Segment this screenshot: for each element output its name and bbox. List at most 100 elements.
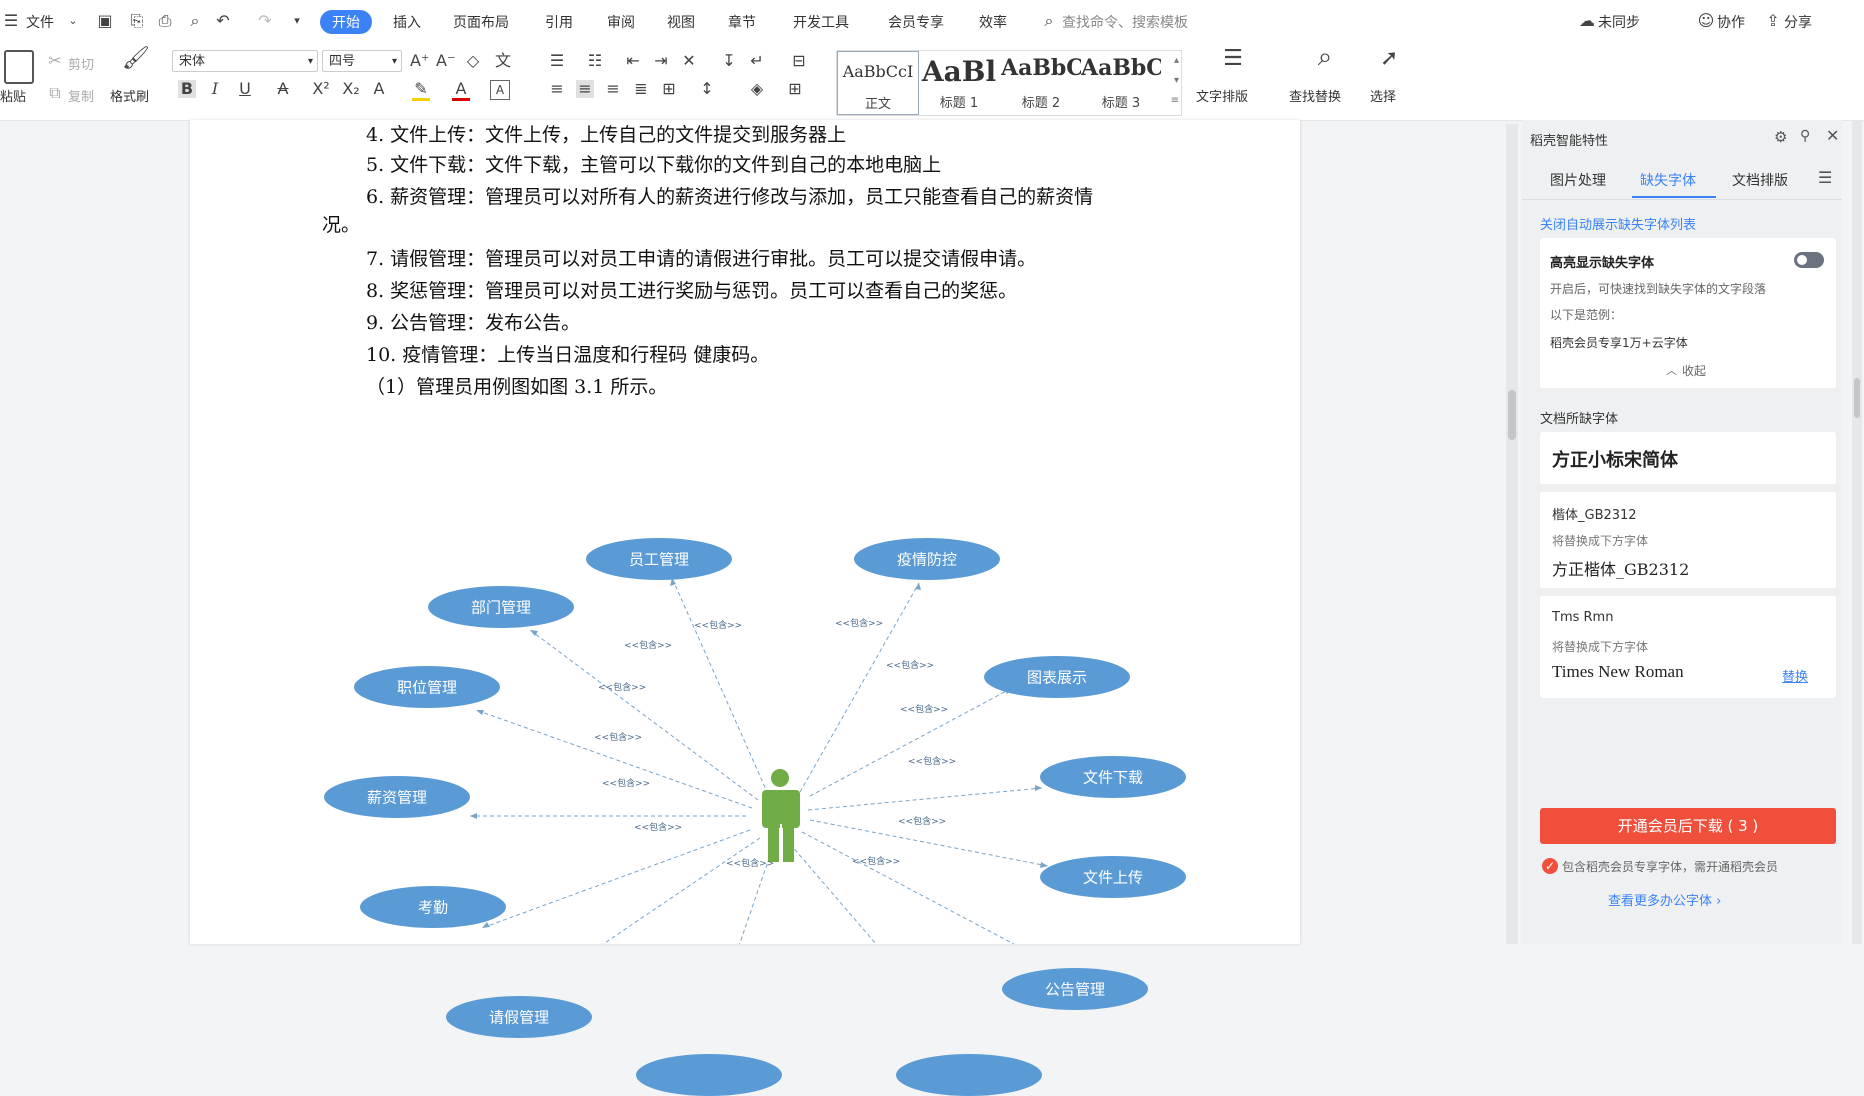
panel-tab-layout[interactable]: 文档排版 xyxy=(1732,170,1788,190)
close-icon[interactable]: ✕ xyxy=(1826,126,1839,145)
shrink-font-icon[interactable]: A⁻ xyxy=(436,52,455,70)
search-icon[interactable]: ⌕ xyxy=(1040,12,1058,30)
use-case-epidemic-control[interactable]: 疫情防控 xyxy=(854,538,1000,580)
font-color-icon[interactable]: A xyxy=(452,80,470,101)
format-painter-icon[interactable]: 🖌 xyxy=(122,48,150,70)
align-right-icon[interactable]: ≡ xyxy=(604,80,622,98)
highlight-icon[interactable]: ✎ xyxy=(412,80,430,101)
use-case-chart-display[interactable]: 图表展示 xyxy=(984,656,1130,698)
style-heading-3[interactable]: AaBbC 标题 3 xyxy=(1081,51,1161,113)
save-icon[interactable]: ▣ xyxy=(96,12,114,30)
tab-home[interactable]: 开始 xyxy=(320,10,372,34)
font-name-select[interactable]: 宋体 ▾ xyxy=(172,50,318,72)
download-button[interactable]: 开通会员后下载 ( 3 ) xyxy=(1540,808,1836,844)
sort-icon[interactable]: ↧ xyxy=(720,52,738,70)
tab-developer[interactable]: 开发工具 xyxy=(793,12,849,32)
pin-icon[interactable]: ⚲ xyxy=(1800,128,1810,144)
show-marks-icon[interactable]: ↵ xyxy=(748,52,766,70)
font-size-select[interactable]: 四号 ▾ xyxy=(322,50,402,72)
print-preview-icon[interactable]: ⌕ xyxy=(186,12,204,30)
missing-font-card[interactable]: Tms Rmn 将替换成下方字体 Times New Roman 替换 xyxy=(1540,596,1836,698)
more-fonts-link[interactable]: 查看更多办公字体 › xyxy=(1608,890,1721,909)
increase-indent-icon[interactable]: ⇥ xyxy=(652,52,670,70)
panel-tab-image[interactable]: 图片处理 xyxy=(1550,170,1606,190)
underline-icon[interactable]: U xyxy=(236,80,254,98)
styles-more-icon[interactable]: ≡ xyxy=(1171,95,1179,106)
share-button[interactable]: 分享 xyxy=(1784,12,1812,32)
style-heading-1[interactable]: AaBl 标题 1 xyxy=(919,51,999,113)
collapse-button[interactable]: 收起 xyxy=(1682,362,1706,379)
subscript-icon[interactable]: X₂ xyxy=(342,80,360,98)
copy-button[interactable]: 复制 xyxy=(68,86,94,105)
close-auto-show-link[interactable]: 关闭自动展示缺失字体列表 xyxy=(1540,214,1696,233)
tab-stops-icon[interactable]: ⊟ xyxy=(790,52,808,70)
gear-icon[interactable]: ⚙ xyxy=(1774,128,1787,146)
use-case-file-upload[interactable]: 文件上传 xyxy=(1040,856,1186,898)
align-left-icon[interactable]: ≡ xyxy=(548,80,566,98)
sync-status[interactable]: 未同步 xyxy=(1598,12,1640,32)
use-case-salary-management[interactable]: 薪资管理 xyxy=(324,776,470,818)
bold-icon[interactable]: B xyxy=(178,80,196,98)
borders-icon[interactable]: ⊞ xyxy=(786,80,804,98)
chinese-layout-icon[interactable]: ✕ xyxy=(680,52,698,70)
find-replace-button[interactable]: 查找替换 xyxy=(1289,86,1341,105)
line-spacing-icon[interactable]: ↕ xyxy=(698,80,716,98)
tab-membership[interactable]: 会员专享 xyxy=(888,12,944,32)
clear-format-icon[interactable]: ◇ xyxy=(464,52,482,70)
use-case-employee-management[interactable]: 员工管理 xyxy=(586,538,732,580)
panel-title[interactable]: 稻壳智能特性 xyxy=(1530,130,1608,149)
find-icon[interactable]: ⌕ xyxy=(1310,44,1340,70)
style-heading-2[interactable]: AaBbC 标题 2 xyxy=(1001,51,1081,113)
command-search-input[interactable]: 查找命令、搜索模板 xyxy=(1062,12,1188,32)
collaborate-button[interactable]: 协作 xyxy=(1717,12,1745,32)
use-case-position-management[interactable]: 职位管理 xyxy=(354,666,500,708)
tab-chapter[interactable]: 章节 xyxy=(728,12,756,32)
italic-icon[interactable]: I xyxy=(206,80,224,98)
tab-references[interactable]: 引用 xyxy=(545,12,573,32)
tab-view[interactable]: 视图 xyxy=(667,12,695,32)
use-case-announcement-management[interactable]: 公告管理 xyxy=(1002,968,1148,1010)
grow-font-icon[interactable]: A⁺ xyxy=(410,52,429,70)
paste-button[interactable]: 粘贴 xyxy=(0,86,26,105)
collaborate-icon[interactable]: ☺ xyxy=(1697,12,1715,30)
use-case-file-download[interactable]: 文件下载 xyxy=(1040,756,1186,798)
document-page[interactable]: 4. 文件上传：文件上传，上传自己的文件提交到服务器上 5. 文件下载：文件下载… xyxy=(190,120,1300,1096)
align-center-icon[interactable]: ≡ xyxy=(576,80,594,98)
use-case-partial[interactable] xyxy=(636,1054,782,1096)
replace-button[interactable]: 替换 xyxy=(1782,666,1808,685)
cloud-sync-icon[interactable]: ☁ xyxy=(1578,12,1596,30)
chevron-down-icon[interactable]: ⌄ xyxy=(64,12,82,30)
missing-font-card[interactable]: 方正小标宋简体 xyxy=(1540,432,1836,484)
share-icon[interactable]: ⇪ xyxy=(1764,12,1782,30)
panel-menu-icon[interactable]: ☰ xyxy=(1818,168,1832,187)
strikethrough-icon[interactable]: A xyxy=(274,80,292,98)
text-effect-icon[interactable]: A xyxy=(370,80,388,98)
tab-efficiency[interactable]: 效率 xyxy=(979,12,1007,32)
tab-insert[interactable]: 插入 xyxy=(393,12,421,32)
text-layout-button[interactable]: 文字排版 xyxy=(1196,86,1248,105)
document-scrollbar[interactable] xyxy=(1506,124,1518,944)
missing-font-card[interactable]: 楷体_GB2312 将替换成下方字体 方正楷体_GB2312 xyxy=(1540,492,1836,588)
chevron-up-icon[interactable]: ︿ xyxy=(1666,362,1677,378)
undo-icon[interactable]: ↶ xyxy=(214,12,232,30)
format-painter-button[interactable]: 格式刷 xyxy=(110,86,149,105)
hamburger-icon[interactable]: ☰ xyxy=(2,12,20,30)
bullet-list-icon[interactable]: ☰ xyxy=(548,52,566,70)
redo-icon[interactable]: ↷ xyxy=(256,12,274,30)
export-pdf-icon[interactable]: ⎘ xyxy=(128,12,146,30)
cursor-icon[interactable]: ➚ xyxy=(1380,48,1398,70)
highlight-toggle[interactable] xyxy=(1794,252,1824,268)
justify-icon[interactable]: ≣ xyxy=(632,80,650,98)
superscript-icon[interactable]: X² xyxy=(312,80,330,98)
styles-scroll-up-icon[interactable]: ▴ xyxy=(1174,55,1179,66)
panel-scrollbar[interactable] xyxy=(1852,120,1862,944)
use-case-department-management[interactable]: 部门管理 xyxy=(428,586,574,628)
distributed-icon[interactable]: ⊞ xyxy=(660,80,678,98)
use-case-attendance[interactable]: 考勤 xyxy=(360,886,506,928)
numbered-list-icon[interactable]: ☷ xyxy=(586,52,604,70)
decrease-indent-icon[interactable]: ⇤ xyxy=(624,52,642,70)
styles-scroll-down-icon[interactable]: ▾ xyxy=(1174,75,1179,86)
tab-page-layout[interactable]: 页面布局 xyxy=(453,12,509,32)
quick-access-more-icon[interactable]: ▾ xyxy=(288,12,306,30)
shading-icon[interactable]: ◈ xyxy=(748,80,766,98)
